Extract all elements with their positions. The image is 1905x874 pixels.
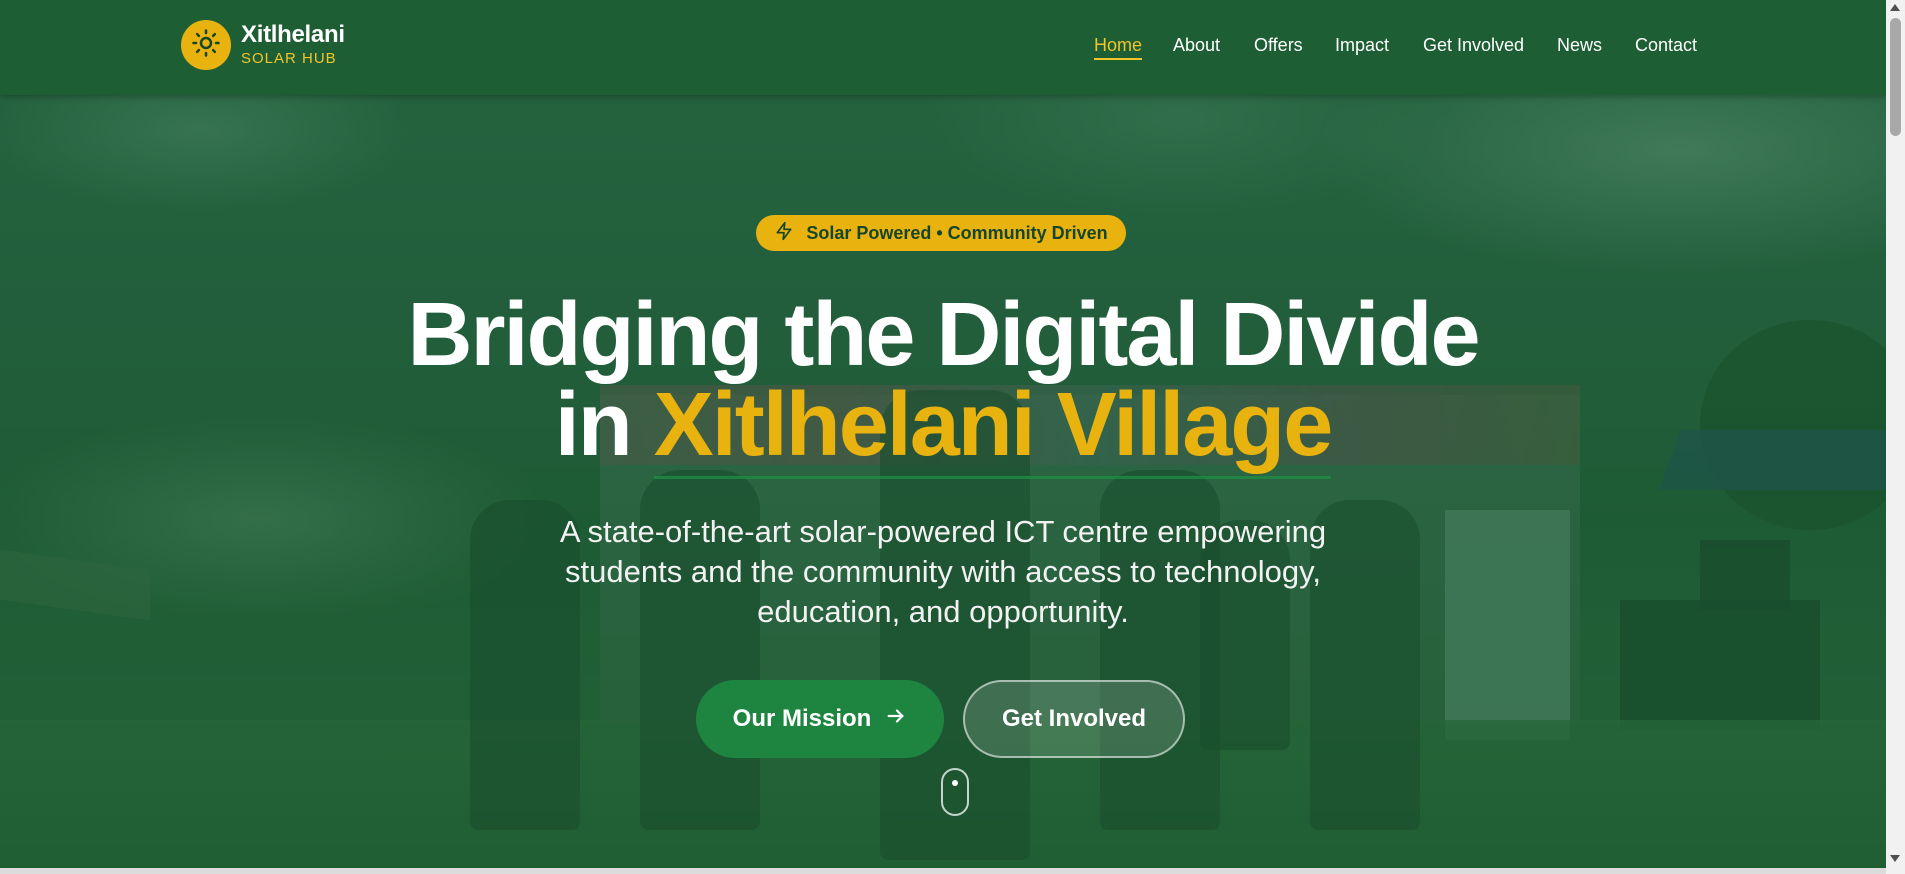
- nav-home[interactable]: Home: [1094, 35, 1143, 60]
- scroll-up-arrow-icon[interactable]: [1890, 4, 1900, 11]
- hero-subtitle: A state-of-the-art solar-powered ICT cen…: [559, 514, 1327, 629]
- nav-news[interactable]: News: [1557, 35, 1602, 56]
- bottom-edge: [0, 868, 1886, 874]
- get-involved-button[interactable]: Get Involved: [963, 680, 1185, 758]
- scroll-dot: [952, 780, 958, 786]
- mouse-scroll-icon[interactable]: [941, 768, 969, 816]
- arrow-right-icon: [885, 705, 907, 734]
- page-scrollbar[interactable]: [1886, 0, 1905, 874]
- hero-title-line2: in Xitlhelani Village: [0, 380, 1886, 470]
- scroll-down-arrow-icon[interactable]: [1890, 855, 1900, 862]
- nav-about[interactable]: About: [1173, 35, 1220, 56]
- our-mission-button[interactable]: Our Mission: [696, 680, 944, 758]
- site-header: Xitlhelani SOLAR HUB Home About Offers I…: [0, 0, 1886, 95]
- lightning-icon: [774, 221, 794, 246]
- get-involved-label: Get Involved: [1001, 705, 1147, 732]
- nav-offers[interactable]: Offers: [1254, 35, 1303, 56]
- hero-badge-text: Solar Powered • Community Driven: [806, 222, 1108, 243]
- hero-title-line1: Bridging the Digital Divide: [407, 285, 1480, 385]
- hero-title-prefix: in: [554, 375, 654, 475]
- nav-impact[interactable]: Impact: [1335, 35, 1389, 56]
- scroll-thumb[interactable]: [1890, 18, 1901, 136]
- hero-badge: Solar Powered • Community Driven: [756, 215, 1126, 251]
- nav-get-involved[interactable]: Get Involved: [1423, 35, 1524, 56]
- hero-title-highlight: Xitlhelani Village: [653, 375, 1334, 475]
- main-nav: Home About Offers Impact Get Involved Ne…: [0, 35, 1886, 60]
- our-mission-label: Our Mission: [732, 705, 872, 732]
- nav-contact[interactable]: Contact: [1635, 35, 1697, 56]
